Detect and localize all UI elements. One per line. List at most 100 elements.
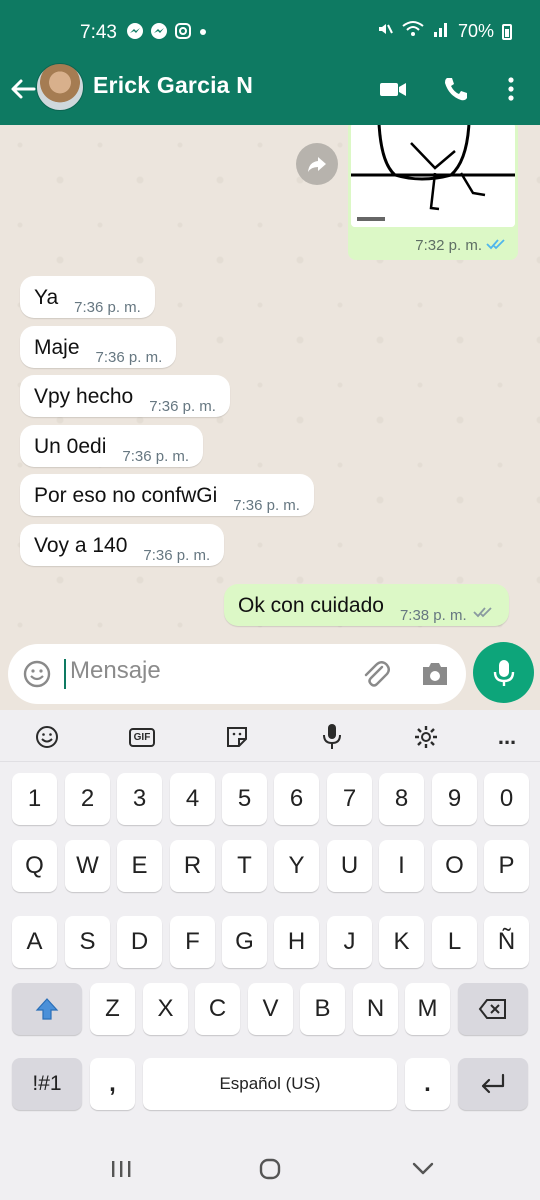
- emoji-icon[interactable]: [22, 659, 52, 689]
- back-arrow-icon[interactable]: [8, 74, 38, 104]
- contact-name[interactable]: Erick Garcia N: [93, 72, 253, 99]
- key-l[interactable]: L: [432, 916, 477, 968]
- chat-header: Erick Garcia N: [0, 60, 540, 125]
- sticker-icon[interactable]: [222, 722, 252, 752]
- key-2[interactable]: 2: [65, 773, 110, 825]
- incoming-message[interactable]: Maje 7:36 p. m.: [20, 326, 177, 368]
- key-d[interactable]: D: [117, 916, 162, 968]
- voice-message-button[interactable]: [473, 642, 534, 703]
- key-f[interactable]: F: [170, 916, 215, 968]
- keyboard: GIF ... 1 2 3 4 5 6 7 8 9 0 Q W E R T Y …: [0, 710, 540, 1140]
- image-message[interactable]: 7:32 p. m.: [348, 125, 518, 260]
- key-s[interactable]: S: [65, 916, 110, 968]
- key-8[interactable]: 8: [379, 773, 424, 825]
- comma-key[interactable]: ,: [90, 1058, 135, 1110]
- key-0[interactable]: 0: [484, 773, 529, 825]
- key-5[interactable]: 5: [222, 773, 267, 825]
- key-r[interactable]: R: [170, 840, 215, 892]
- key-w[interactable]: W: [65, 840, 110, 892]
- key-v[interactable]: V: [248, 983, 293, 1035]
- text-cursor: [64, 659, 66, 689]
- key-i[interactable]: I: [379, 840, 424, 892]
- incoming-message[interactable]: Un 0edi 7:36 p. m.: [20, 425, 204, 467]
- key-m[interactable]: M: [405, 983, 450, 1035]
- forward-button[interactable]: [296, 143, 338, 185]
- key-1[interactable]: 1: [12, 773, 57, 825]
- key-9[interactable]: 9: [432, 773, 477, 825]
- period-key[interactable]: .: [405, 1058, 450, 1110]
- gif-icon[interactable]: GIF: [127, 722, 157, 752]
- key-q[interactable]: Q: [12, 840, 57, 892]
- status-bar: 7:43 70%: [0, 0, 540, 60]
- wifi-icon: [402, 20, 424, 43]
- incoming-message[interactable]: Vpy hecho 7:36 p. m.: [20, 375, 230, 417]
- phone-call-icon[interactable]: [441, 74, 471, 104]
- key-y[interactable]: Y: [274, 840, 319, 892]
- avatar[interactable]: [36, 63, 84, 111]
- key-b[interactable]: B: [300, 983, 345, 1035]
- message-text: Ya: [34, 286, 59, 309]
- key-a[interactable]: A: [12, 916, 57, 968]
- incoming-message[interactable]: Por eso no confwGi 7:36 p. m.: [20, 474, 314, 516]
- key-4[interactable]: 4: [170, 773, 215, 825]
- message-time: 7:36 p. m.: [95, 349, 163, 366]
- incoming-message[interactable]: Voy a 140 7:36 p. m.: [20, 524, 225, 566]
- key-o[interactable]: O: [432, 840, 477, 892]
- message-time: 7:36 p. m.: [74, 299, 141, 316]
- message-input-box[interactable]: Mensaje: [8, 644, 466, 704]
- message-time: 7:36 p. m.: [233, 497, 300, 514]
- key-6[interactable]: 6: [274, 773, 319, 825]
- key-n[interactable]: N: [353, 983, 398, 1035]
- messenger-icon: [126, 22, 144, 45]
- key-j[interactable]: J: [327, 916, 372, 968]
- key-c[interactable]: C: [195, 983, 240, 1035]
- key-t[interactable]: T: [222, 840, 267, 892]
- signal-icon: [432, 20, 450, 43]
- home-icon[interactable]: [255, 1154, 285, 1184]
- message-text: Voy a 140: [34, 534, 128, 557]
- more-options-icon[interactable]: [496, 74, 526, 104]
- message-text: Vpy hecho: [34, 385, 134, 408]
- key-u[interactable]: U: [327, 840, 372, 892]
- incoming-message[interactable]: Ya 7:36 p. m.: [20, 276, 155, 318]
- symbols-key[interactable]: !#1: [12, 1058, 82, 1110]
- outgoing-message[interactable]: Ok con cuidado 7:38 p. m.: [224, 584, 509, 626]
- attach-icon[interactable]: [360, 658, 392, 690]
- navigation-bar: [0, 1140, 540, 1200]
- camera-icon[interactable]: [420, 660, 450, 688]
- key-g[interactable]: G: [222, 916, 267, 968]
- enter-icon: [481, 1073, 505, 1094]
- key-e[interactable]: E: [117, 840, 162, 892]
- chat-area[interactable]: 7:32 p. m. Ya 7:36 p. m. Maje 7:36 p. m.…: [0, 125, 540, 645]
- message-text: Un 0edi: [34, 435, 107, 458]
- key-3[interactable]: 3: [117, 773, 162, 825]
- shift-key[interactable]: [12, 983, 82, 1035]
- key-h[interactable]: H: [274, 916, 319, 968]
- key-p[interactable]: P: [484, 840, 529, 892]
- message-input[interactable]: Mensaje: [70, 657, 161, 685]
- read-tick-icon: [486, 237, 508, 254]
- key-7[interactable]: 7: [327, 773, 372, 825]
- back-chevron-icon[interactable]: [408, 1154, 438, 1184]
- sticker-image[interactable]: [351, 125, 515, 227]
- emoji-icon[interactable]: [32, 722, 62, 752]
- message-time: 7:36 p. m.: [149, 398, 216, 415]
- message-time: 7:36 p. m.: [122, 448, 190, 465]
- recent-apps-icon[interactable]: [106, 1154, 136, 1184]
- settings-gear-icon[interactable]: [411, 722, 441, 752]
- space-key[interactable]: Español (US): [143, 1058, 397, 1110]
- video-call-icon[interactable]: [378, 74, 408, 104]
- voice-input-icon[interactable]: [317, 722, 347, 752]
- message-time: 7:36 p. m.: [143, 547, 211, 564]
- key-k[interactable]: K: [379, 916, 424, 968]
- backspace-key[interactable]: [458, 983, 528, 1035]
- key-enye[interactable]: Ñ: [484, 916, 529, 968]
- system-icons: 70%: [376, 20, 512, 43]
- more-tools-icon[interactable]: ...: [492, 722, 522, 752]
- key-z[interactable]: Z: [90, 983, 135, 1035]
- key-x[interactable]: X: [143, 983, 188, 1035]
- composer: Mensaje: [0, 640, 540, 710]
- mute-icon: [376, 20, 394, 43]
- enter-key[interactable]: [458, 1058, 528, 1110]
- message-text: Por eso no confwGi: [34, 484, 218, 507]
